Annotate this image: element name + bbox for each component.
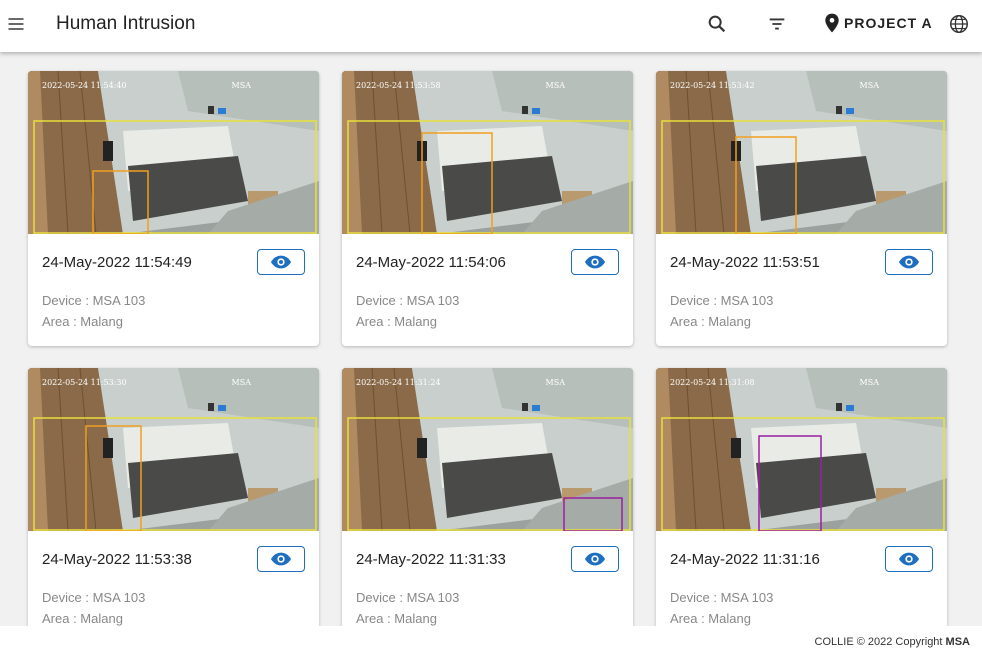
search-icon[interactable] [706, 13, 728, 35]
event-time: 24-May-2022 11:53:51 [670, 254, 820, 271]
card-grid: 2022-05-24 11:54:40 MSA 24-May-2022 11:5… [28, 71, 947, 626]
area-label: Area : Malang [356, 314, 437, 329]
event-time: 24-May-2022 11:54:49 [42, 254, 192, 271]
view-button[interactable] [257, 249, 305, 275]
eye-icon [270, 255, 292, 269]
intrusion-zone-box [347, 120, 631, 234]
eye-icon [898, 255, 920, 269]
snapshot-image[interactable]: 2022-05-24 11:53:58 MSA [342, 71, 633, 234]
overlay-timestamp: 2022-05-24 11:53:42 [670, 81, 755, 90]
detection-box [758, 435, 822, 531]
device-label: Device : MSA 103 [356, 293, 460, 308]
detection-box [735, 136, 797, 234]
intrusion-zone-box [661, 120, 945, 234]
view-button[interactable] [571, 249, 619, 275]
filter-icon[interactable] [766, 13, 788, 35]
event-card-4: 2022-05-24 11:53:30 MSA 24-May-2022 11:5… [28, 368, 319, 626]
footer-brand: MSA [945, 636, 970, 648]
page-title: Human Intrusion [56, 13, 196, 34]
project-label: PROJECT A [844, 15, 933, 31]
view-button[interactable] [885, 249, 933, 275]
snapshot-image[interactable]: 2022-05-24 11:53:42 MSA [656, 71, 947, 234]
overlay-timestamp: 2022-05-24 11:54:40 [42, 81, 127, 90]
intrusion-zone-box [661, 417, 945, 531]
detection-box [92, 170, 149, 234]
overlay-camera: MSA [545, 81, 565, 90]
eye-icon [584, 255, 606, 269]
detection-box [85, 425, 142, 531]
top-app-bar: Human Intrusion PROJECT A [0, 0, 982, 52]
event-card-3: 2022-05-24 11:53:42 MSA 24-May-2022 11:5… [656, 71, 947, 346]
device-label: Device : MSA 103 [42, 590, 146, 605]
overlay-camera: MSA [545, 378, 565, 387]
snapshot-image[interactable]: 2022-05-24 11:53:30 MSA [28, 368, 319, 531]
area-label: Area : Malang [356, 611, 437, 626]
event-card-2: 2022-05-24 11:53:58 MSA 24-May-2022 11:5… [342, 71, 633, 346]
intrusion-zone-box [347, 417, 631, 531]
overlay-timestamp: 2022-05-24 11:31:24 [356, 378, 441, 387]
event-time: 24-May-2022 11:53:38 [42, 551, 192, 568]
footer: COLLIE © 2022 Copyright MSA [0, 626, 982, 652]
view-button[interactable] [257, 546, 305, 572]
event-time: 24-May-2022 11:54:06 [356, 254, 506, 271]
globe-icon[interactable] [948, 13, 970, 35]
overlay-camera: MSA [231, 378, 251, 387]
device-label: Device : MSA 103 [356, 590, 460, 605]
detection-box [421, 132, 493, 234]
snapshot-image[interactable]: 2022-05-24 11:54:40 MSA [28, 71, 319, 234]
overlay-timestamp: 2022-05-24 11:53:58 [356, 81, 441, 90]
device-label: Device : MSA 103 [42, 293, 146, 308]
snapshot-image[interactable]: 2022-05-24 11:31:08 MSA [656, 368, 947, 531]
overlay-timestamp: 2022-05-24 11:31:08 [670, 378, 755, 387]
area-label: Area : Malang [670, 314, 751, 329]
footer-copyright: COLLIE © 2022 Copyright MSA [814, 636, 970, 648]
location-pin-icon [825, 13, 839, 33]
intrusion-zone-box [33, 120, 317, 234]
event-time: 24-May-2022 11:31:16 [670, 551, 820, 568]
overlay-camera: MSA [859, 378, 879, 387]
view-button[interactable] [571, 546, 619, 572]
menu-icon[interactable] [6, 14, 26, 34]
device-label: Device : MSA 103 [670, 293, 774, 308]
overlay-camera: MSA [231, 81, 251, 90]
eye-icon [584, 552, 606, 566]
area-label: Area : Malang [42, 314, 123, 329]
event-time: 24-May-2022 11:31:33 [356, 551, 506, 568]
event-card-5: 2022-05-24 11:31:24 MSA 24-May-2022 11:3… [342, 368, 633, 626]
eye-icon [898, 552, 920, 566]
area-label: Area : Malang [42, 611, 123, 626]
area-label: Area : Malang [670, 611, 751, 626]
project-selector[interactable]: PROJECT A [824, 13, 933, 33]
device-label: Device : MSA 103 [670, 590, 774, 605]
overlay-timestamp: 2022-05-24 11:53:30 [42, 378, 127, 387]
event-card-1: 2022-05-24 11:54:40 MSA 24-May-2022 11:5… [28, 71, 319, 346]
snapshot-image[interactable]: 2022-05-24 11:31:24 MSA [342, 368, 633, 531]
view-button[interactable] [885, 546, 933, 572]
intrusion-gallery[interactable]: 2022-05-24 11:54:40 MSA 24-May-2022 11:5… [0, 52, 982, 626]
intrusion-zone-box [33, 417, 317, 531]
event-card-6: 2022-05-24 11:31:08 MSA 24-May-2022 11:3… [656, 368, 947, 626]
overlay-camera: MSA [859, 81, 879, 90]
eye-icon [270, 552, 292, 566]
detection-box [563, 497, 623, 531]
